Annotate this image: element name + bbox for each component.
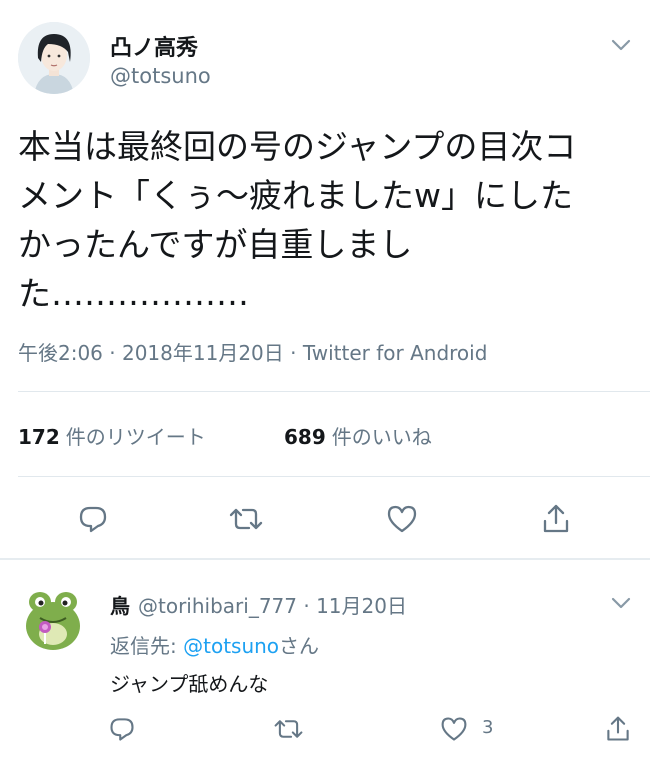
replying-to-suffix: さん — [279, 634, 320, 658]
like-button[interactable] — [434, 709, 474, 749]
like-icon — [387, 505, 417, 533]
chevron-down-icon[interactable] — [606, 30, 636, 60]
tweet-text: 本当は最終回の号のジャンプの目次コ メント「くぅ〜疲れましたw」にした かったん… — [18, 127, 577, 313]
likes-stat[interactable]: 689 件のいいね — [284, 421, 432, 450]
reply-date[interactable]: · 11月20日 — [303, 594, 407, 618]
reply-button[interactable] — [102, 709, 142, 749]
likes-count: 689 — [284, 425, 326, 449]
avatar-illustration — [18, 22, 90, 94]
reply-header: 鳥 @torihibari_777 · 11月20日 — [110, 590, 407, 619]
likes-label: 件のいいね — [331, 425, 432, 449]
share-icon — [543, 504, 569, 533]
reply-icon — [110, 718, 134, 741]
like-icon — [441, 717, 467, 741]
retweet-button[interactable] — [226, 499, 266, 539]
retweet-icon — [229, 508, 263, 530]
retweets-label: 件のリツイート — [65, 425, 206, 449]
chevron-down-icon[interactable] — [606, 588, 636, 618]
frog-avatar-illustration — [26, 592, 80, 650]
retweets-stat[interactable]: 172 件のリツイート — [18, 421, 206, 450]
replying-to: 返信先: @totsunoさん — [110, 630, 319, 659]
display-name[interactable]: 凸ノ高秀 — [110, 30, 198, 62]
user-handle[interactable]: @totsuno — [110, 64, 211, 88]
retweets-count: 172 — [18, 425, 60, 449]
like-count: 3 — [482, 717, 494, 738]
avatar[interactable] — [18, 584, 88, 654]
reply-text: ジャンプ舐めんな — [110, 672, 269, 696]
share-button[interactable] — [536, 499, 576, 539]
reply-display-name[interactable]: 鳥 — [110, 594, 130, 618]
main-tweet: 凸ノ高秀 @totsuno 本当は最終回の号のジャンプの目次コ メント「くぅ〜疲… — [0, 0, 650, 560]
share-button[interactable] — [598, 709, 638, 749]
avatar[interactable] — [18, 22, 90, 94]
reply-handle[interactable]: @torihibari_777 — [138, 594, 297, 618]
like-button[interactable] — [382, 499, 422, 539]
section-divider — [0, 558, 650, 560]
divider — [18, 391, 650, 392]
replying-to-prefix: 返信先: — [110, 634, 184, 658]
reply-button[interactable] — [73, 499, 113, 539]
retweet-button[interactable] — [268, 709, 308, 749]
share-icon — [607, 716, 629, 741]
divider — [18, 476, 650, 477]
tweet-meta: 午後2:06 · 2018年11月20日 · Twitter for Andro… — [18, 341, 488, 365]
reply-tweet: 鳥 @torihibari_777 · 11月20日 返信先: @totsunoさ… — [0, 562, 650, 771]
reply-icon — [79, 506, 107, 533]
retweet-icon — [274, 720, 302, 738]
mention-link[interactable]: @totsuno — [183, 634, 279, 658]
